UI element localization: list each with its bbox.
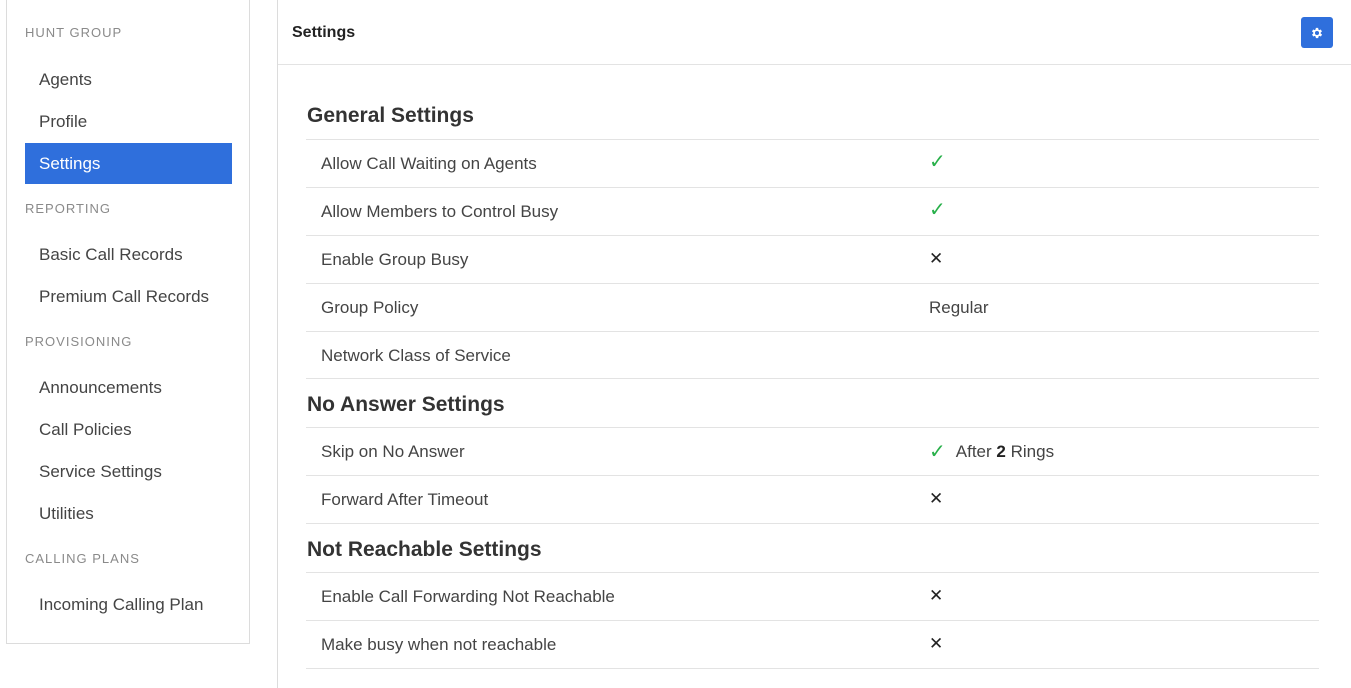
- row-label: Group Policy: [321, 298, 419, 317]
- settings-row: Allow Call Waiting on Agents ✓: [306, 139, 1319, 187]
- no-answer-settings-heading: No Answer Settings: [307, 393, 505, 416]
- cross-icon: ✕: [929, 634, 944, 653]
- sidebar-item-service-settings[interactable]: Service Settings: [25, 451, 232, 492]
- check-icon: ✓: [929, 199, 946, 221]
- cross-icon: ✕: [929, 489, 944, 508]
- settings-row: Forward After Timeout ✕: [306, 475, 1319, 523]
- sidebar-section-hunt-group: HUNT GROUP: [25, 25, 123, 40]
- row-label: Allow Members to Control Busy: [321, 202, 559, 221]
- row-label: Enable Call Forwarding Not Reachable: [321, 587, 615, 606]
- cross-icon: ✕: [929, 249, 944, 268]
- sidebar-section-provisioning: PROVISIONING: [25, 334, 133, 349]
- row-value: ✕: [929, 587, 943, 604]
- sidebar-item-settings[interactable]: Settings: [25, 143, 232, 184]
- row-label: Make busy when not reachable: [321, 635, 557, 654]
- sidebar-item-agents[interactable]: Agents: [25, 59, 232, 100]
- row-value: ✕: [929, 635, 943, 652]
- check-icon: ✓: [929, 440, 946, 463]
- sidebar-section-calling-plans: CALLING PLANS: [25, 551, 140, 566]
- sidebar-item-profile[interactable]: Profile: [25, 101, 232, 142]
- row-label: Forward After Timeout: [321, 490, 489, 509]
- row-value: ✓: [929, 151, 946, 173]
- settings-row: Group Policy Regular: [306, 283, 1319, 331]
- cross-icon: ✕: [929, 586, 944, 605]
- row-label: Skip on No Answer: [321, 442, 465, 461]
- row-value: ✕: [929, 250, 943, 267]
- main-panel: Settings General Settings Allow Call Wai…: [277, 0, 1351, 688]
- sidebar-item-announcements[interactable]: Announcements: [25, 367, 232, 408]
- row-label: Network Class of Service: [321, 346, 511, 365]
- row-label: Allow Call Waiting on Agents: [321, 154, 537, 173]
- settings-row: Make busy when not reachable ✕: [306, 620, 1319, 668]
- sidebar-item-premium-call-records[interactable]: Premium Call Records: [25, 276, 232, 317]
- gear-icon: [1311, 27, 1323, 38]
- sidebar-item-incoming-calling-plan[interactable]: Incoming Calling Plan: [25, 584, 232, 625]
- sidebar-item-utilities[interactable]: Utilities: [25, 493, 232, 534]
- sidebar-section-reporting: REPORTING: [25, 201, 112, 216]
- sidebar: HUNT GROUP Agents Profile Settings REPOR…: [6, 0, 250, 644]
- row-value: ✓ After 2 Rings: [929, 442, 1054, 462]
- after-rings-text: After 2 Rings: [955, 442, 1055, 461]
- sidebar-item-basic-call-records[interactable]: Basic Call Records: [25, 234, 232, 275]
- divider: [306, 378, 1319, 379]
- row-value: ✓: [929, 199, 946, 221]
- row-value: ✕: [929, 490, 943, 507]
- settings-row: Network Class of Service: [306, 331, 1319, 379]
- settings-row: Enable Call Forwarding Not Reachable ✕: [306, 572, 1319, 620]
- sidebar-item-call-policies[interactable]: Call Policies: [25, 409, 232, 450]
- divider: [306, 668, 1319, 669]
- not-reachable-settings-heading: Not Reachable Settings: [307, 538, 542, 561]
- row-label: Enable Group Busy: [321, 250, 469, 269]
- settings-gear-button[interactable]: [1301, 17, 1333, 48]
- main-header: Settings: [278, 0, 1351, 65]
- settings-row: Allow Members to Control Busy ✓: [306, 187, 1319, 235]
- rings-count: 2: [996, 442, 1006, 461]
- general-settings-heading: General Settings: [307, 104, 474, 127]
- divider: [306, 523, 1319, 524]
- check-icon: ✓: [929, 151, 946, 173]
- settings-row: Enable Group Busy ✕: [306, 235, 1319, 283]
- page-title: Settings: [292, 24, 356, 41]
- group-policy-value: Regular: [929, 298, 989, 317]
- settings-row: Skip on No Answer ✓ After 2 Rings: [306, 427, 1319, 475]
